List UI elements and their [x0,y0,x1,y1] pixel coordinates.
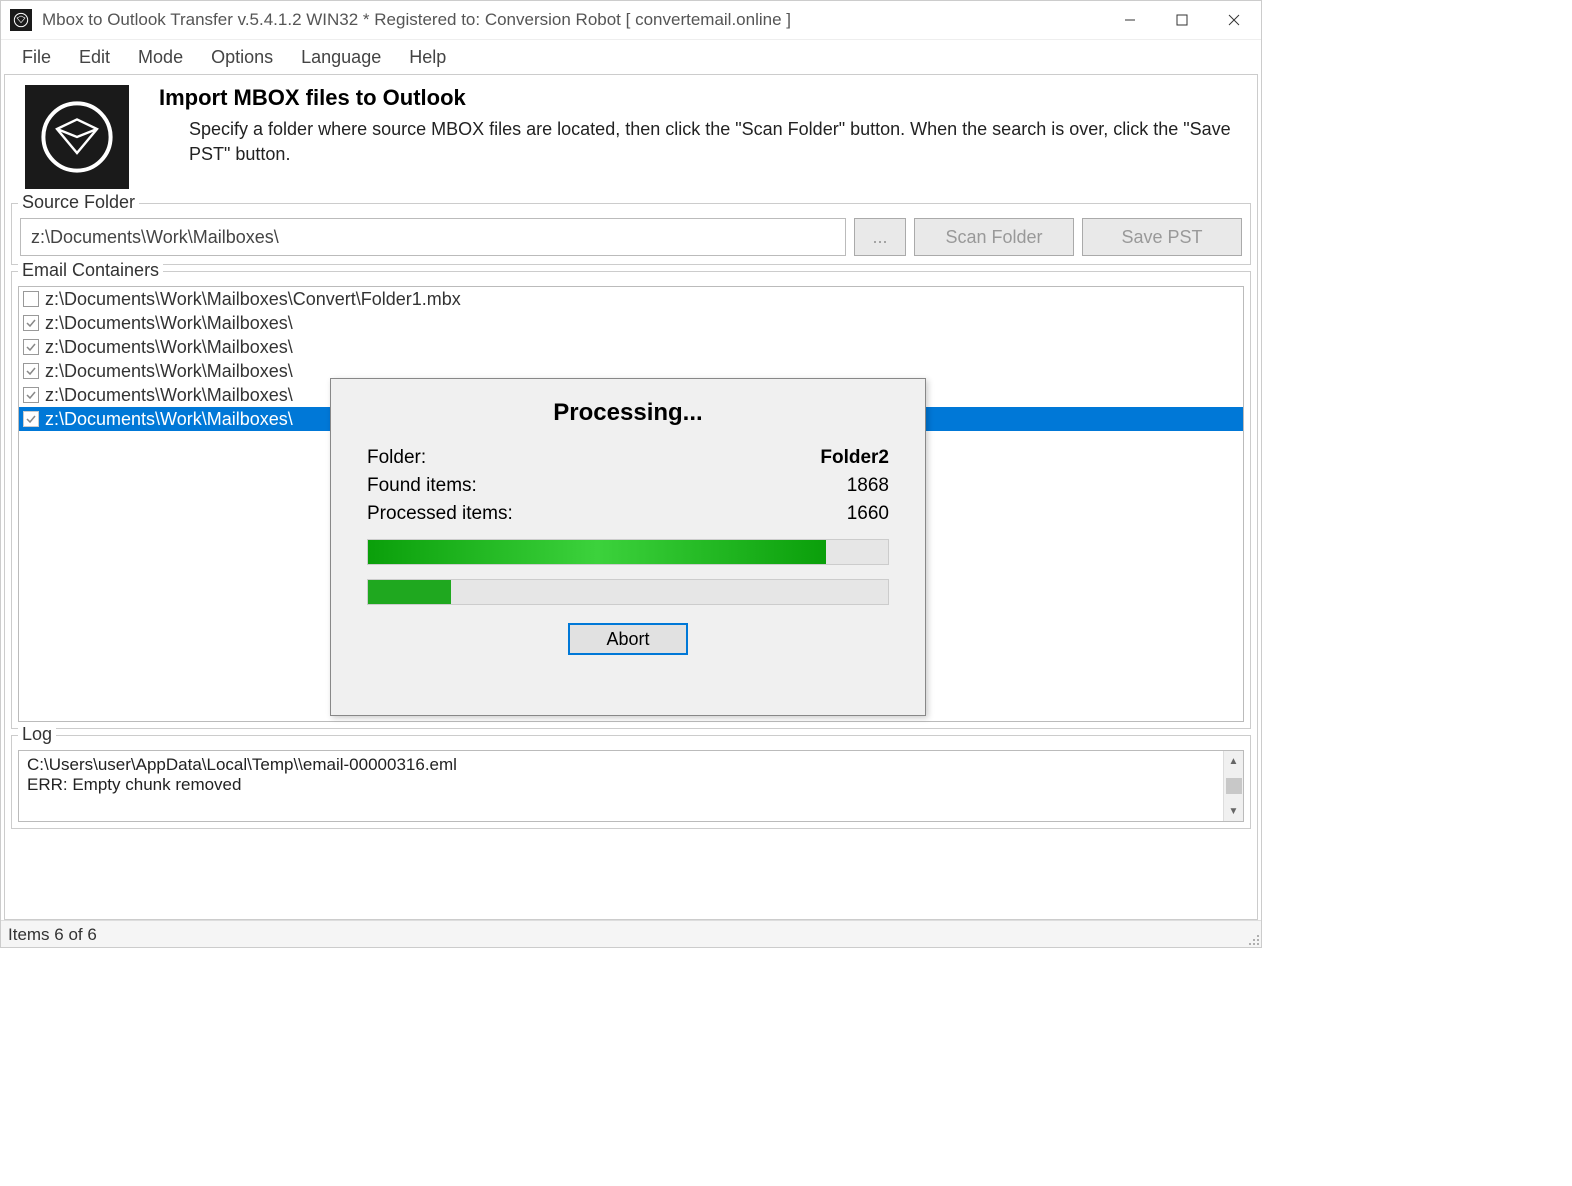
dialog-processed-label: Processed items: [367,503,513,525]
checkbox[interactable] [23,339,39,355]
log-content[interactable]: C:\Users\user\AppData\Local\Temp\\email-… [18,750,1244,822]
dialog-title: Processing... [367,399,889,427]
menu-edit[interactable]: Edit [65,43,124,72]
browse-button[interactable]: ... [854,218,906,256]
titlebar: Mbox to Outlook Transfer v.5.4.1.2 WIN32… [0,0,1262,40]
list-item-path: z:\Documents\Work\Mailboxes\ [45,385,293,406]
dialog-processed-value: 1660 [847,503,889,525]
menu-file[interactable]: File [8,43,65,72]
save-pst-button[interactable]: Save PST [1082,218,1242,256]
app-icon [10,9,32,31]
resize-grip-icon[interactable] [1246,932,1260,946]
window-title: Mbox to Outlook Transfer v.5.4.1.2 WIN32… [42,10,1104,30]
status-text: Items 6 of 6 [8,925,97,945]
scroll-up-icon[interactable]: ▲ [1224,751,1243,771]
progress-bar-1 [367,539,889,565]
dialog-found-label: Found items: [367,475,477,497]
header-title: Import MBOX files to Outlook [159,85,1237,111]
list-item-path: z:\Documents\Work\Mailboxes\ [45,361,293,382]
list-item[interactable]: z:\Documents\Work\Mailboxes\Convert\Fold… [19,287,1243,311]
menu-mode[interactable]: Mode [124,43,197,72]
progress-bar-2 [367,579,889,605]
checkbox[interactable] [23,411,39,427]
list-item[interactable]: z:\Documents\Work\Mailboxes\ [19,335,1243,359]
scroll-down-icon[interactable]: ▼ [1224,801,1243,821]
source-folder-group: Source Folder ... Scan Folder Save PST [11,203,1251,265]
log-scrollbar[interactable]: ▲ ▼ [1223,751,1243,821]
minimize-button[interactable] [1104,2,1156,38]
menubar: File Edit Mode Options Language Help [0,40,1262,74]
header-description: Specify a folder where source MBOX files… [159,117,1237,167]
list-item[interactable]: z:\Documents\Work\Mailboxes\ [19,311,1243,335]
scroll-thumb[interactable] [1226,778,1242,794]
containers-legend: Email Containers [18,260,163,281]
log-line: ERR: Empty chunk removed [27,775,1235,795]
dialog-folder-label: Folder: [367,447,426,469]
list-item-path: z:\Documents\Work\Mailboxes\ [45,409,293,430]
close-button[interactable] [1208,2,1260,38]
checkbox[interactable] [23,291,39,307]
abort-button[interactable]: Abort [568,623,688,655]
menu-options[interactable]: Options [197,43,287,72]
menu-language[interactable]: Language [287,43,395,72]
scan-folder-button[interactable]: Scan Folder [914,218,1074,256]
maximize-button[interactable] [1156,2,1208,38]
dialog-folder-value: Folder2 [820,447,889,469]
source-path-input[interactable] [20,218,846,256]
list-item-path: z:\Documents\Work\Mailboxes\ [45,337,293,358]
checkbox[interactable] [23,387,39,403]
checkbox[interactable] [23,315,39,331]
log-line: C:\Users\user\AppData\Local\Temp\\email-… [27,755,1235,775]
dialog-found-value: 1868 [847,475,889,497]
source-folder-legend: Source Folder [18,192,139,213]
log-legend: Log [18,724,56,745]
list-item-path: z:\Documents\Work\Mailboxes\Convert\Fold… [45,289,461,310]
log-group: Log C:\Users\user\AppData\Local\Temp\\em… [11,735,1251,829]
list-item-path: z:\Documents\Work\Mailboxes\ [45,313,293,334]
processing-dialog: Processing... Folder: Folder2 Found item… [330,378,926,716]
menu-help[interactable]: Help [395,43,460,72]
app-logo-icon [25,85,129,189]
header-panel: Import MBOX files to Outlook Specify a f… [5,75,1257,197]
checkbox[interactable] [23,363,39,379]
statusbar: Items 6 of 6 [0,920,1262,948]
